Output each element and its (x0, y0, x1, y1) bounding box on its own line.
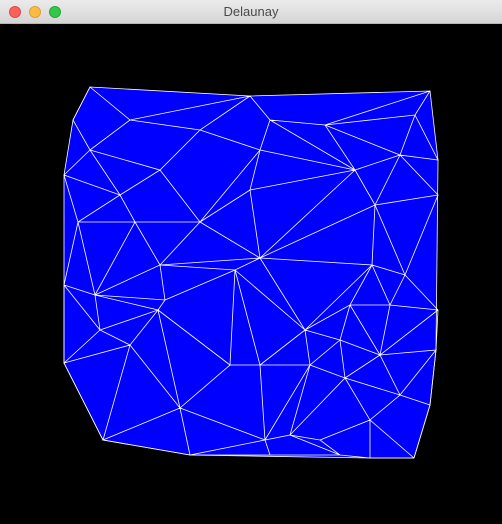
title-bar[interactable]: Delaunay (0, 0, 502, 24)
drawing-canvas[interactable] (0, 24, 502, 524)
app-window: Delaunay (0, 0, 502, 524)
hull-fill (64, 87, 438, 458)
window-title: Delaunay (223, 4, 279, 19)
triangulation-svg (63, 86, 439, 459)
